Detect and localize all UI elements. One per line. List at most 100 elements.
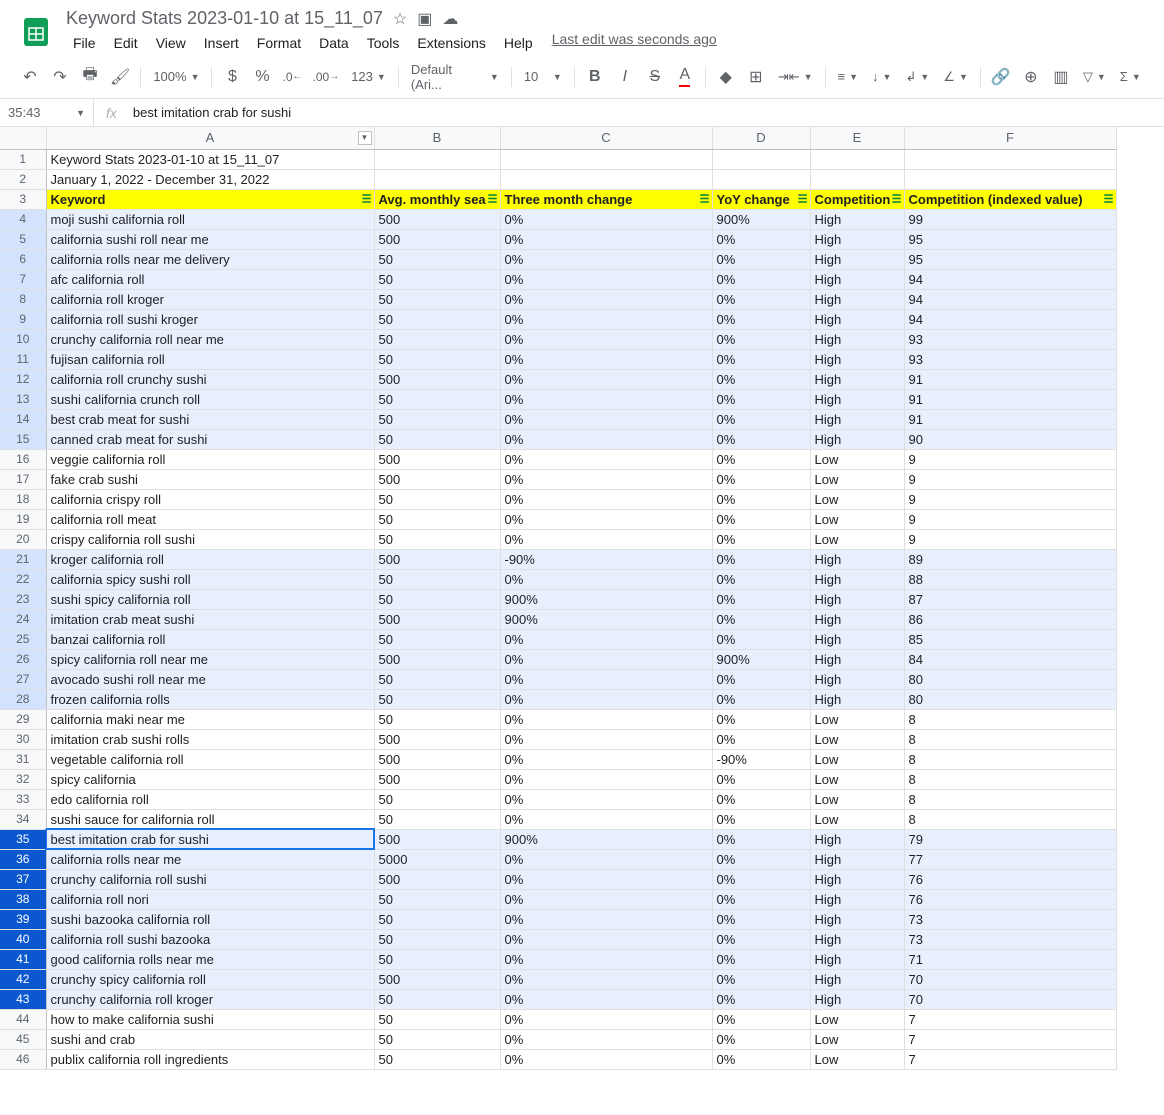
cell-E12[interactable]: High (810, 369, 904, 389)
cell-C7[interactable]: 0% (500, 269, 712, 289)
cell-A5[interactable]: california sushi roll near me (46, 229, 374, 249)
cell-B27[interactable]: 50 (374, 669, 500, 689)
cell-D39[interactable]: 0% (712, 909, 810, 929)
cell-F17[interactable]: 9 (904, 469, 1116, 489)
cloud-icon[interactable]: ☁ (442, 9, 458, 29)
cell-B2[interactable] (374, 169, 500, 189)
cell-C21[interactable]: -90% (500, 549, 712, 569)
cell-E33[interactable]: Low (810, 789, 904, 809)
cell-C37[interactable]: 0% (500, 869, 712, 889)
cell-B12[interactable]: 500 (374, 369, 500, 389)
cell-C42[interactable]: 0% (500, 969, 712, 989)
cell-A16[interactable]: veggie california roll (46, 449, 374, 469)
cell-E26[interactable]: High (810, 649, 904, 669)
cell-C45[interactable]: 0% (500, 1029, 712, 1049)
cell-C31[interactable]: 0% (500, 749, 712, 769)
col-header-B[interactable]: B (374, 127, 500, 149)
cell-E34[interactable]: Low (810, 809, 904, 829)
row-header-9[interactable]: 9 (0, 309, 46, 329)
cell-E46[interactable]: Low (810, 1049, 904, 1069)
row-header-39[interactable]: 39 (0, 909, 46, 929)
cell-F34[interactable]: 8 (904, 809, 1116, 829)
cell-E39[interactable]: High (810, 909, 904, 929)
cell-D23[interactable]: 0% (712, 589, 810, 609)
cell-E19[interactable]: Low (810, 509, 904, 529)
row-header-21[interactable]: 21 (0, 549, 46, 569)
chart-icon[interactable]: ▥ (1047, 63, 1075, 91)
cell-F32[interactable]: 8 (904, 769, 1116, 789)
italic-icon[interactable]: I (611, 63, 639, 91)
filter-icon[interactable]: ☰ (1104, 193, 1114, 206)
filter-icon[interactable]: ☰ (892, 193, 902, 206)
cell-F42[interactable]: 70 (904, 969, 1116, 989)
cell-A11[interactable]: fujisan california roll (46, 349, 374, 369)
redo-icon[interactable]: ↷ (46, 63, 74, 91)
cell-B39[interactable]: 50 (374, 909, 500, 929)
row-header-32[interactable]: 32 (0, 769, 46, 789)
row-header-11[interactable]: 11 (0, 349, 46, 369)
row-header-38[interactable]: 38 (0, 889, 46, 909)
row-header-42[interactable]: 42 (0, 969, 46, 989)
borders-icon[interactable]: ⊞ (742, 63, 770, 91)
cell-A30[interactable]: imitation crab sushi rolls (46, 729, 374, 749)
cell-F28[interactable]: 80 (904, 689, 1116, 709)
cell-D33[interactable]: 0% (712, 789, 810, 809)
cell-F14[interactable]: 91 (904, 409, 1116, 429)
cell-B6[interactable]: 50 (374, 249, 500, 269)
doc-title[interactable]: Keyword Stats 2023-01-10 at 15_11_07 (66, 8, 383, 29)
cell-B28[interactable]: 50 (374, 689, 500, 709)
cell-C29[interactable]: 0% (500, 709, 712, 729)
row-header-29[interactable]: 29 (0, 709, 46, 729)
cell-B9[interactable]: 50 (374, 309, 500, 329)
cell-F7[interactable]: 94 (904, 269, 1116, 289)
cell-C4[interactable]: 0% (500, 209, 712, 229)
row-header-2[interactable]: 2 (0, 169, 46, 189)
menu-tools[interactable]: Tools (360, 31, 407, 55)
menu-file[interactable]: File (66, 31, 103, 55)
cell-D42[interactable]: 0% (712, 969, 810, 989)
cell-B17[interactable]: 500 (374, 469, 500, 489)
cell-B25[interactable]: 50 (374, 629, 500, 649)
menu-extensions[interactable]: Extensions (410, 31, 492, 55)
row-header-3[interactable]: 3 (0, 189, 46, 209)
rotate-dropdown[interactable]: ∠▼ (937, 63, 974, 91)
cell-A2[interactable]: January 1, 2022 - December 31, 2022 (46, 169, 374, 189)
cell-C40[interactable]: 0% (500, 929, 712, 949)
cell-E43[interactable]: High (810, 989, 904, 1009)
paint-format-icon[interactable]: 🖌 (106, 63, 134, 91)
cell-F2[interactable] (904, 169, 1116, 189)
format-currency-icon[interactable]: $ (218, 63, 246, 91)
cell-F13[interactable]: 91 (904, 389, 1116, 409)
row-header-24[interactable]: 24 (0, 609, 46, 629)
cell-C8[interactable]: 0% (500, 289, 712, 309)
row-header-33[interactable]: 33 (0, 789, 46, 809)
select-all-corner[interactable] (0, 127, 46, 149)
col-header-E[interactable]: E (810, 127, 904, 149)
cell-B42[interactable]: 500 (374, 969, 500, 989)
cell-D44[interactable]: 0% (712, 1009, 810, 1029)
row-header-23[interactable]: 23 (0, 589, 46, 609)
more-formats-dropdown[interactable]: 123▼ (345, 63, 392, 91)
format-percent-icon[interactable]: % (248, 63, 276, 91)
undo-icon[interactable]: ↶ (16, 63, 44, 91)
h-align-dropdown[interactable]: ≡▼ (832, 63, 865, 91)
filter-icon[interactable]: ☰ (488, 193, 498, 206)
cell-B33[interactable]: 50 (374, 789, 500, 809)
cell-E17[interactable]: Low (810, 469, 904, 489)
row-header-34[interactable]: 34 (0, 809, 46, 829)
cell-B37[interactable]: 500 (374, 869, 500, 889)
cell-C27[interactable]: 0% (500, 669, 712, 689)
cell-E45[interactable]: Low (810, 1029, 904, 1049)
last-edit-link[interactable]: Last edit was seconds ago (552, 31, 717, 55)
cell-D22[interactable]: 0% (712, 569, 810, 589)
cell-C23[interactable]: 900% (500, 589, 712, 609)
cell-E6[interactable]: High (810, 249, 904, 269)
cell-C36[interactable]: 0% (500, 849, 712, 869)
cell-D11[interactable]: 0% (712, 349, 810, 369)
cell-C2[interactable] (500, 169, 712, 189)
col-header-C[interactable]: C (500, 127, 712, 149)
cell-A15[interactable]: canned crab meat for sushi (46, 429, 374, 449)
cell-E20[interactable]: Low (810, 529, 904, 549)
cell-B31[interactable]: 500 (374, 749, 500, 769)
row-header-15[interactable]: 15 (0, 429, 46, 449)
